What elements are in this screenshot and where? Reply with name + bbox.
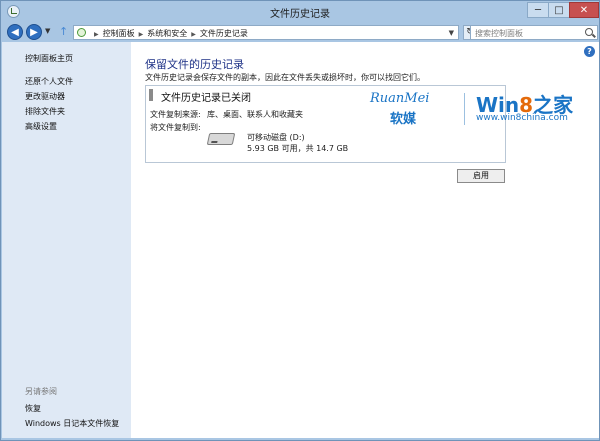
- back-button[interactable]: ◀: [7, 24, 23, 40]
- status-panel: 文件历史记录已关闭 文件复制来源: 库、桌面、联系人和收藏夹 将文件复制到: 可…: [145, 85, 573, 163]
- maximize-button[interactable]: □: [548, 2, 570, 18]
- removable-drive-icon: [206, 133, 236, 145]
- file-history-window: 文件历史记录 ─ □ ✕ ◀ ▶ ▼ ↑ ▶ 控制面板 ▶ 系统和安全 ▶ 文件历史记录 …: [0, 0, 600, 441]
- search-placeholder: 搜索控制面板: [475, 29, 523, 38]
- sidebar-item-exclude-folders[interactable]: 排除文件夹: [25, 104, 73, 119]
- logo-site-url: www.win8china.com: [476, 113, 568, 123]
- search-input[interactable]: 搜索控制面板: [470, 25, 598, 40]
- ruanmei-logo-text: RuanMei: [370, 91, 430, 106]
- address-bar[interactable]: ▶ 控制面板 ▶ 系统和安全 ▶ 文件历史记录 ▼: [73, 25, 459, 40]
- window-title: 文件历史记录: [270, 9, 330, 20]
- address-dropdown-icon[interactable]: ▼: [449, 29, 454, 37]
- breadcrumb-file-history[interactable]: 文件历史记录: [200, 29, 248, 38]
- sidebar-item-advanced-settings[interactable]: 高级设置: [25, 119, 73, 134]
- ruanmei-logo-cn: 软媒: [390, 112, 417, 127]
- help-icon[interactable]: ?: [584, 46, 595, 57]
- close-button[interactable]: ✕: [569, 2, 599, 18]
- main-content: ? 保留文件的历史记录 文件历史记录会保存文件的副本，因此在文件丢失或损坏时，你…: [131, 42, 599, 438]
- sidebar-item-change-drive[interactable]: 更改驱动器: [25, 89, 73, 104]
- watermark-logo: RuanMei 软媒 Win8之家 www.win8china.com: [370, 90, 592, 128]
- copy-source-value: 库、桌面、联系人和收藏夹: [207, 110, 303, 119]
- recent-locations-dropdown[interactable]: ▼: [45, 27, 50, 35]
- search-icon[interactable]: [585, 28, 593, 36]
- breadcrumb: ▶ 控制面板 ▶ 系统和安全 ▶ 文件历史记录: [90, 28, 248, 39]
- see-also-heading: 另请参阅: [25, 387, 57, 396]
- copy-source-label: 文件复制来源:: [150, 110, 201, 119]
- see-also-links: 恢复 Windows 日记本文件恢复: [25, 401, 119, 431]
- breadcrumb-control-panel[interactable]: 控制面板: [103, 29, 135, 38]
- sidebar-item-windows7-file-recovery[interactable]: Windows 日记本文件恢复: [25, 416, 119, 431]
- logo-divider: [464, 93, 465, 125]
- title-bar: 文件历史记录 ─ □ ✕: [1, 1, 599, 23]
- drive-capacity: 5.93 GB 可用，共 14.7 GB: [247, 144, 349, 153]
- breadcrumb-separator[interactable]: ▶: [139, 31, 144, 38]
- sidebar-control-panel-home[interactable]: 控制面板主页: [25, 53, 73, 64]
- up-arrow-icon[interactable]: ↑: [59, 25, 68, 38]
- control-panel-icon: [77, 28, 86, 37]
- sidebar: 控制面板主页 还原个人文件 更改驱动器 排除文件夹 高级设置 另请参阅 恢复 W…: [2, 42, 131, 438]
- status-indicator-bar: [149, 89, 153, 101]
- status-title: 文件历史记录已关闭: [161, 93, 251, 104]
- sidebar-item-recovery[interactable]: 恢复: [25, 401, 119, 416]
- breadcrumb-separator[interactable]: ▶: [191, 31, 196, 38]
- breadcrumb-system-security[interactable]: 系统和安全: [147, 29, 187, 38]
- minimize-button[interactable]: ─: [527, 2, 549, 18]
- breadcrumb-separator[interactable]: ▶: [94, 31, 99, 38]
- enable-button[interactable]: 启用: [457, 169, 505, 183]
- navigation-bar: ◀ ▶ ▼ ↑ ▶控制面板▶系统和安全▶文件历史记录 ▼ ↻ 搜索控制面板: [1, 23, 599, 41]
- forward-button[interactable]: ▶: [26, 24, 42, 40]
- page-title: 保留文件的历史记录: [145, 58, 244, 71]
- copy-destination-label: 将文件复制到:: [150, 123, 201, 132]
- sidebar-item-restore-files[interactable]: 还原个人文件: [25, 74, 73, 89]
- drive-name: 可移动磁盘 (D:): [247, 133, 305, 142]
- sidebar-task-links: 还原个人文件 更改驱动器 排除文件夹 高级设置: [25, 74, 73, 134]
- page-description: 文件历史记录会保存文件的副本，因此在文件丢失或损坏时，你可以找回它们。: [145, 73, 425, 82]
